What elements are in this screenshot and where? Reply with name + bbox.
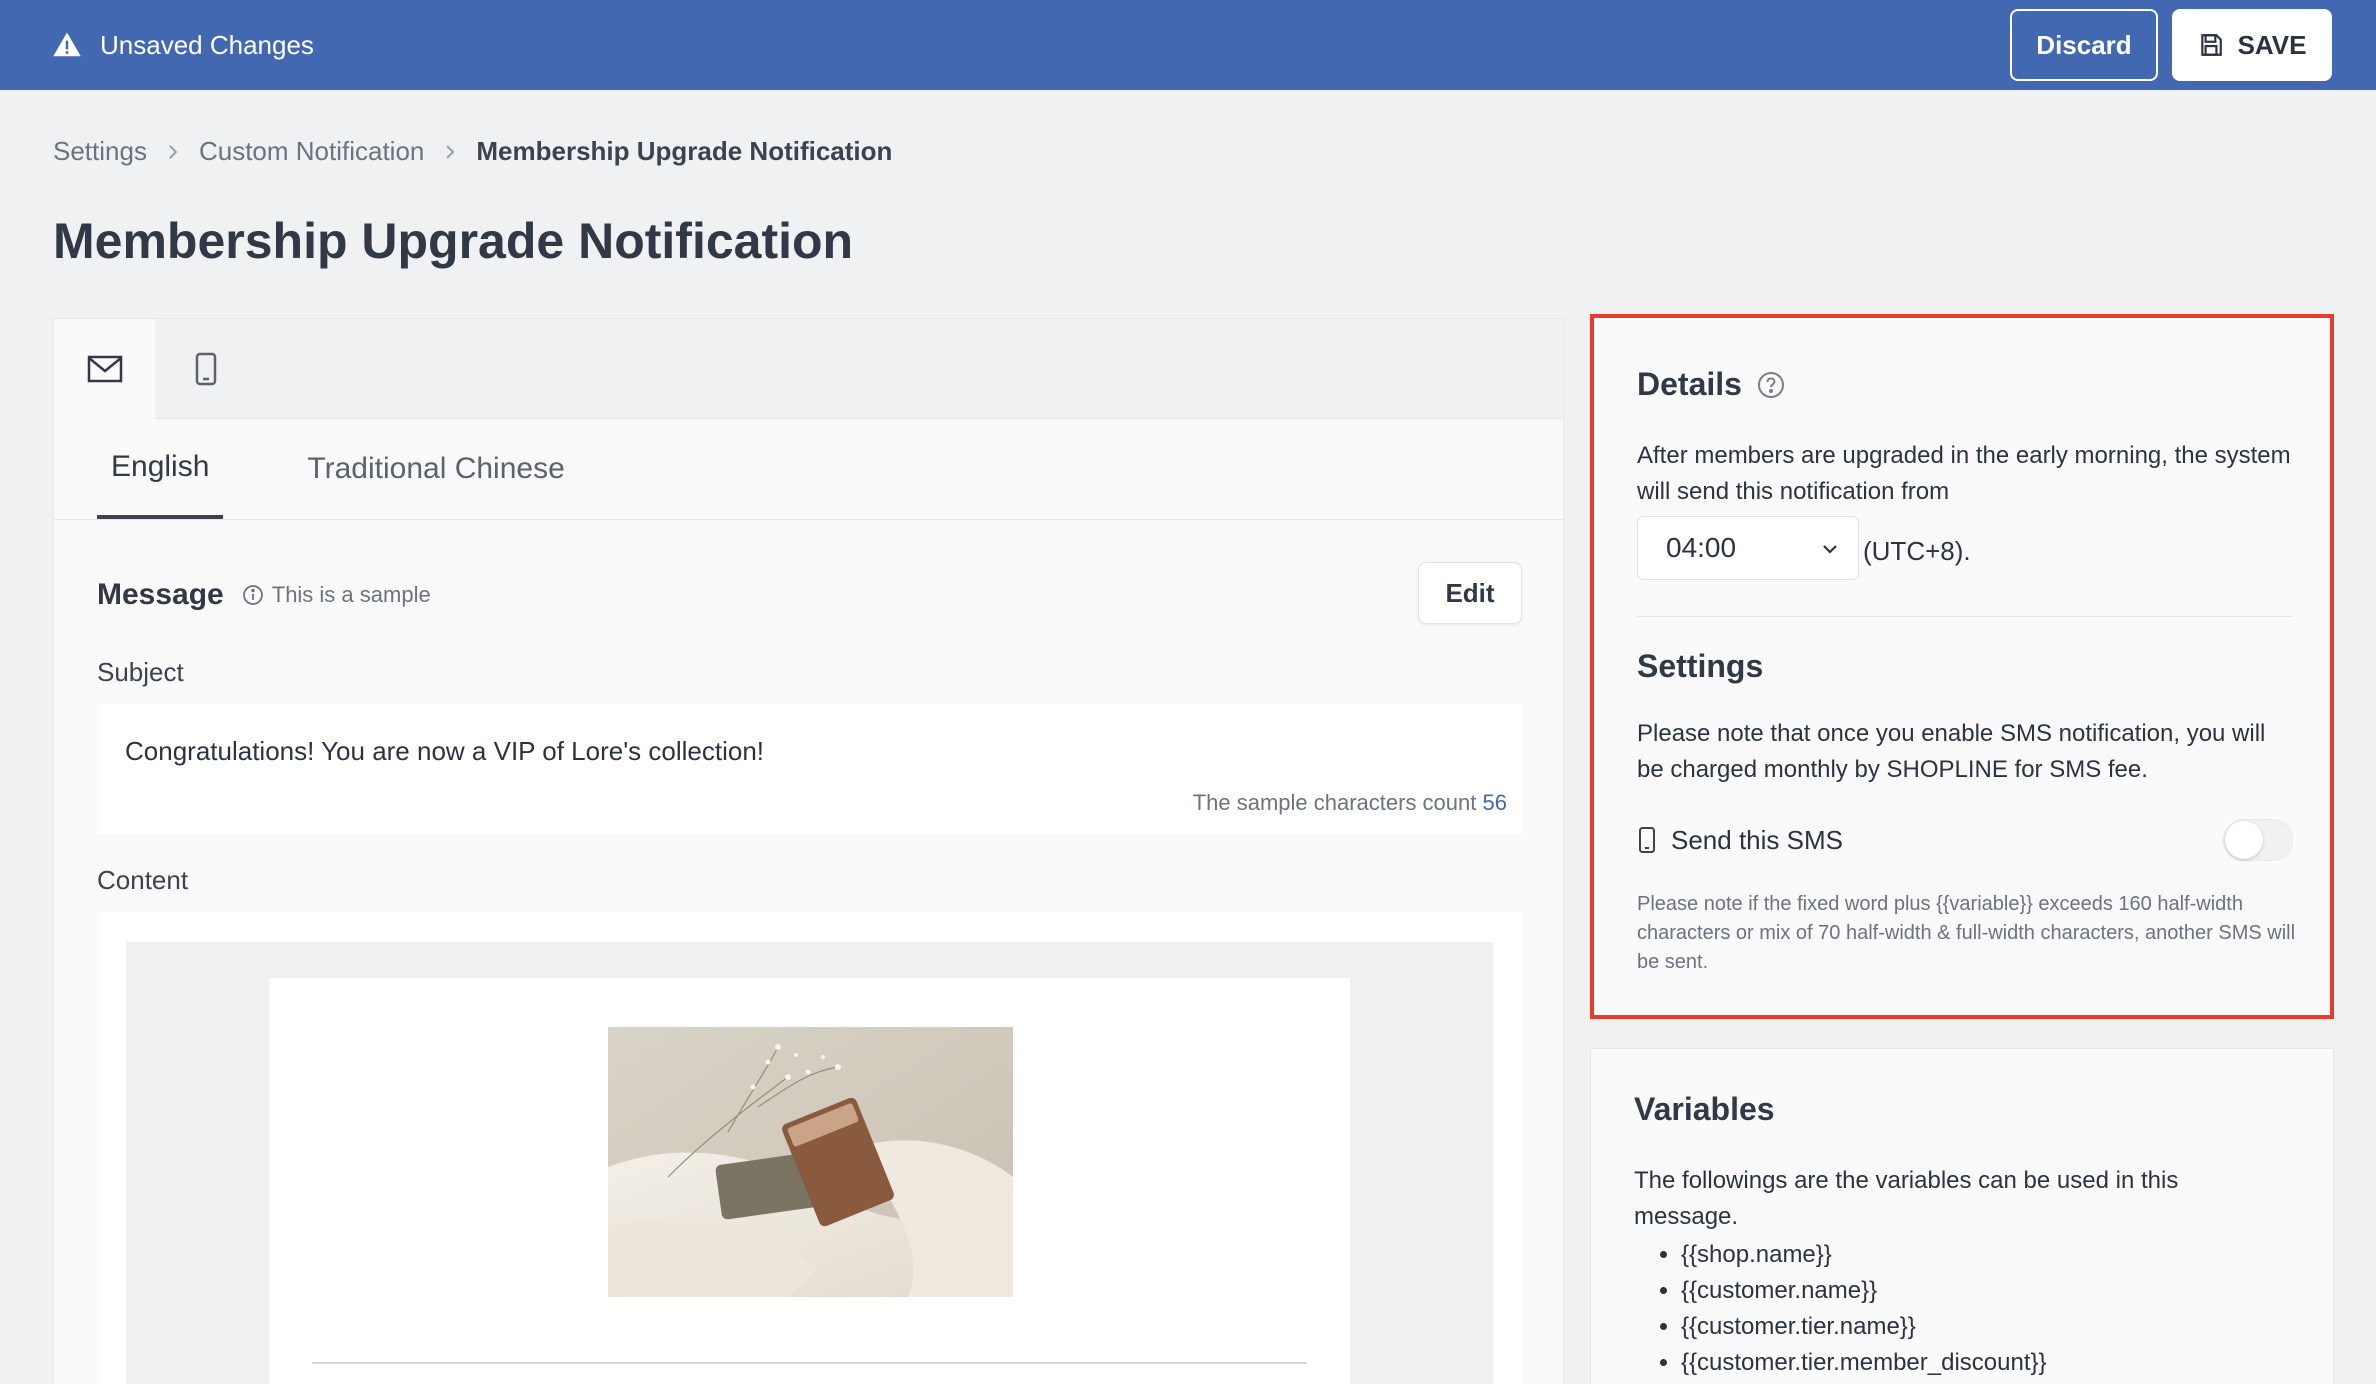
sms-note: Please note if the fixed word plus {{var…: [1637, 893, 2296, 973]
tab-email[interactable]: [54, 319, 155, 419]
message-title: Message: [97, 578, 224, 611]
send-sms-label: Send this SMS: [1671, 824, 1843, 855]
variables-title: Variables: [1634, 1091, 1775, 1127]
hero-image: [608, 1027, 1013, 1297]
send-time-select[interactable]: 04:00: [1637, 516, 1859, 580]
info-icon: [242, 585, 263, 605]
variable-item: {{customer.name}}: [1681, 1273, 2047, 1309]
variables-description: The followings are the variables can be …: [1634, 1167, 2179, 1230]
mobile-icon: [1639, 827, 1655, 853]
tab-traditional-chinese[interactable]: Traditional Chinese: [293, 419, 578, 519]
unsaved-status-text: Unsaved Changes: [100, 29, 314, 60]
breadcrumb-item-custom-notification[interactable]: Custom Notification: [199, 136, 424, 167]
character-count-label: The sample characters count: [1192, 790, 1477, 815]
edit-button[interactable]: Edit: [1418, 562, 1522, 624]
preview-divider: [312, 1362, 1307, 1364]
breadcrumb-item-settings[interactable]: Settings: [53, 136, 147, 167]
warning-icon: [53, 32, 81, 57]
breadcrumb: Settings Custom Notification Membership …: [53, 136, 892, 167]
email-preview-background: [126, 942, 1493, 1384]
chevron-right-icon: [446, 144, 455, 159]
variable-item: {{shop.name}}: [1681, 1237, 2047, 1273]
language-tabs: English Traditional Chinese: [54, 419, 1563, 520]
save-button[interactable]: SAVE: [2172, 9, 2332, 81]
variables-list: {{shop.name}} {{customer.name}} {{custom…: [1681, 1237, 2047, 1381]
page-title: Membership Upgrade Notification: [53, 213, 854, 269]
settings-description: Please note that once you enable SMS not…: [1637, 720, 2266, 783]
unsaved-changes-bar: Unsaved Changes Discard SAVE: [0, 0, 2376, 90]
sample-note-text: This is a sample: [271, 582, 431, 607]
breadcrumb-current: Membership Upgrade Notification: [476, 136, 893, 166]
character-count-value: 56: [1482, 790, 1507, 815]
send-sms-row: Send this SMS: [1637, 818, 2293, 862]
details-title: Details: [1637, 366, 1742, 402]
tab-sms[interactable]: [155, 319, 256, 419]
floppy-disk-icon: [2200, 34, 2222, 56]
chevron-down-icon: [1823, 545, 1837, 554]
content-label: Content: [97, 865, 189, 895]
mobile-icon: [195, 352, 216, 386]
variable-item: {{customer.tier.name}}: [1681, 1309, 2047, 1345]
message-editor-panel: English Traditional Chinese Message This…: [53, 318, 1564, 1384]
subject-label: Subject: [97, 657, 184, 687]
section-divider: [1637, 616, 2293, 617]
details-panel: Details After members are upgraded in th…: [1590, 314, 2334, 1019]
tab-english[interactable]: English: [97, 419, 224, 519]
send-sms-toggle[interactable]: [2223, 819, 2293, 861]
message-header: Message This is a sample Edit: [97, 562, 1522, 628]
character-count: The sample characters count 56: [1193, 790, 1507, 816]
discard-button[interactable]: Discard: [2010, 9, 2158, 81]
toggle-knob: [2225, 821, 2263, 859]
chevron-right-icon: [169, 144, 178, 159]
channel-tabs: [54, 319, 1563, 419]
details-description: After members are upgraded in the early …: [1637, 442, 2291, 505]
timezone-label: (UTC+8).: [1863, 536, 1971, 566]
details-heading: Details: [1637, 366, 1786, 403]
help-icon[interactable]: [1756, 370, 1786, 400]
subject-field: Congratulations! You are now a VIP of Lo…: [97, 704, 1522, 834]
send-time-value: 04:00: [1666, 532, 1737, 563]
save-label: SAVE: [2237, 29, 2307, 60]
mail-icon: [87, 355, 122, 383]
variable-item: {{customer.tier.member_discount}}: [1681, 1345, 2047, 1381]
settings-title: Settings: [1637, 648, 1764, 684]
subject-value: Congratulations! You are now a VIP of Lo…: [125, 736, 765, 766]
sample-note: This is a sample: [242, 582, 431, 608]
variables-panel: Variables The followings are the variabl…: [1590, 1048, 2334, 1384]
content-preview: [97, 912, 1522, 1384]
email-preview-page: [269, 978, 1350, 1384]
